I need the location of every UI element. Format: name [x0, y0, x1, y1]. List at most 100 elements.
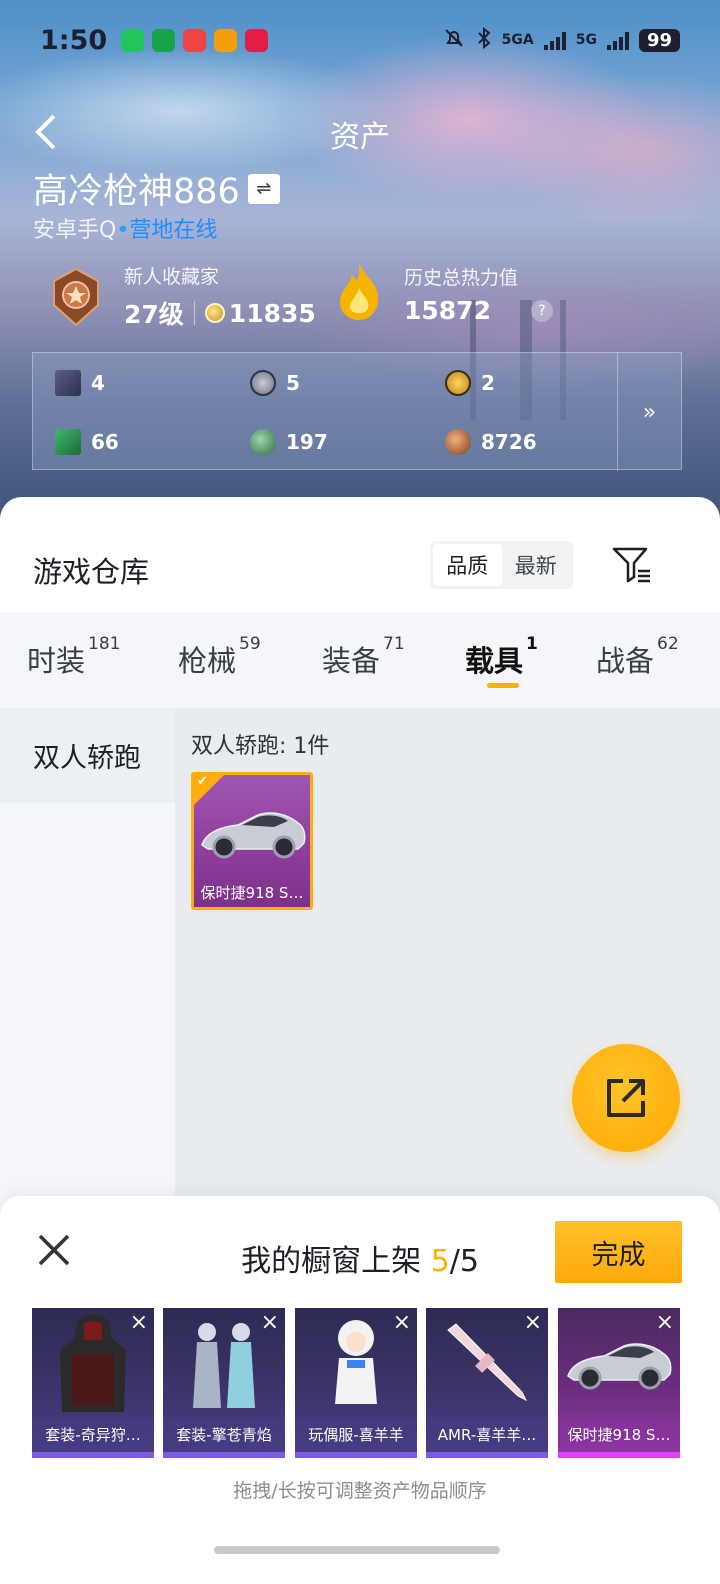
status-app-icons: [121, 28, 269, 52]
filter-button[interactable]: [610, 543, 652, 585]
warehouse-title: 游戏仓库: [33, 555, 150, 589]
tab-label: 载具: [465, 644, 524, 678]
stat-value: 4: [91, 370, 105, 395]
bluetooth-icon: [476, 26, 492, 54]
share-button[interactable]: [572, 1044, 680, 1152]
collector-level: 27级: [124, 300, 184, 329]
stat-value: 8726: [481, 429, 537, 454]
collector-block[interactable]: 新人收藏家 27级 11835: [48, 262, 316, 331]
tab-count: 71: [383, 634, 405, 654]
done-button[interactable]: 完成: [555, 1221, 682, 1283]
filter-icon: [612, 547, 650, 583]
tab-count: 1: [526, 634, 538, 654]
collector-title: 新人收藏家: [124, 266, 220, 288]
page-title: 资产: [330, 120, 390, 155]
slot-label: AMR-喜羊羊…: [426, 1418, 548, 1452]
stat-item: 8726: [445, 412, 625, 471]
profile-username-row: 高冷枪神886 ⇌: [33, 163, 280, 214]
home-indicator[interactable]: [214, 1546, 500, 1554]
showcase-slot[interactable]: × 套装-擎苍青焰: [163, 1308, 285, 1458]
heat-block: 历史总热力值 15872 ?: [332, 262, 553, 326]
app-notification-icon: [121, 28, 145, 52]
green-card-icon: [55, 428, 81, 455]
item-card[interactable]: ✔ 保时捷918 S…: [191, 772, 313, 910]
showcase-panel: 我的橱窗上架 5/5 完成 × 套装-奇异狩… × 套装-擎苍青焰 × 玩偶服-…: [0, 1196, 720, 1584]
tab-count: 181: [88, 634, 121, 654]
bronze-orb-icon: [445, 428, 471, 455]
medal-icon: [48, 267, 104, 327]
green-orb-icon: [250, 428, 276, 455]
username: 高冷枪神886: [33, 172, 240, 212]
coin-icon: [204, 303, 225, 323]
slot-label: 玩偶服-喜羊羊: [295, 1418, 417, 1452]
platform-status: 安卓手Q•营地在线: [33, 212, 217, 244]
heat-value: 15872: [404, 296, 491, 325]
tab-weapons[interactable]: 枪械 59: [178, 634, 261, 680]
stat-item: 4: [55, 353, 250, 412]
showcase-slot[interactable]: × 保时捷918 S…: [558, 1308, 680, 1458]
sort-quality-button[interactable]: 品质: [433, 544, 502, 586]
tab-label: 装备: [322, 644, 381, 678]
online-status: 营地在线: [129, 218, 218, 243]
showcase-count-current: 5: [430, 1244, 450, 1279]
stat-value: 66: [91, 429, 119, 454]
help-icon[interactable]: ?: [530, 299, 553, 322]
stat-item: 66: [55, 412, 250, 471]
remove-icon[interactable]: ×: [261, 1312, 279, 1334]
reorder-hint: 拖拽/长按可调整资产物品顺序: [233, 1480, 487, 1502]
divider: [193, 301, 195, 325]
remove-icon[interactable]: ×: [130, 1312, 148, 1334]
item-label: 保时捷918 S…: [200, 884, 304, 902]
subcategory-item-coupe[interactable]: 双人轿跑: [0, 708, 175, 803]
stat-item: 2: [445, 353, 625, 412]
signal-strength-icon-2: [606, 30, 629, 50]
status-dot: •: [116, 218, 130, 243]
tab-count: 62: [657, 634, 679, 654]
items-content: 双人轿跑: 1件 ✔ 保时捷918 S…: [175, 708, 720, 1268]
group-label: 双人轿跑: 1件: [191, 734, 330, 759]
app-avatar-icon: [245, 28, 269, 52]
app-heart-icon: [183, 28, 207, 52]
wechat-icon: [152, 28, 176, 52]
tab-label: 枪械: [178, 644, 237, 678]
tab-fashion[interactable]: 时装 181: [27, 634, 120, 680]
external-share-icon: [607, 1079, 645, 1117]
slot-label: 套装-奇异狩…: [32, 1418, 154, 1452]
active-tab-indicator: [487, 683, 519, 688]
status-time: 1:50: [40, 24, 108, 56]
silver-coin-icon: [250, 369, 276, 396]
flame-icon: [332, 262, 386, 326]
network-label-1: 5GA: [501, 32, 534, 48]
tab-equipment[interactable]: 装备 71: [322, 634, 405, 680]
slot-label: 套装-擎苍青焰: [163, 1418, 285, 1452]
remove-icon[interactable]: ×: [656, 1312, 674, 1334]
switch-account-icon[interactable]: ⇌: [247, 173, 280, 204]
status-right: 5GA 5G 99: [442, 26, 680, 54]
tab-vehicles[interactable]: 载具 1: [465, 634, 538, 680]
check-icon: ✔: [197, 774, 208, 789]
card-icon: [55, 369, 81, 396]
stat-value: 197: [286, 429, 328, 454]
stat-value: 2: [481, 370, 495, 395]
showcase-slot[interactable]: × AMR-喜羊羊…: [426, 1308, 548, 1458]
remove-icon[interactable]: ×: [393, 1312, 411, 1334]
sort-newest-button[interactable]: 最新: [502, 544, 571, 586]
showcase-count-total: /5: [449, 1244, 479, 1279]
showcase-slot[interactable]: × 套装-奇异狩…: [32, 1308, 154, 1458]
showcase-title-text: 我的橱窗上架: [241, 1244, 422, 1279]
tab-supplies[interactable]: 战备 62: [596, 634, 679, 680]
showcase-slots: × 套装-奇异狩… × 套装-擎苍青焰 × 玩偶服-喜羊羊 × AMR-喜羊羊……: [32, 1308, 682, 1458]
stat-item: 5: [250, 353, 445, 412]
showcase-slot[interactable]: × 玩偶服-喜羊羊: [295, 1308, 417, 1458]
expand-stats-button[interactable]: »: [617, 353, 681, 471]
battery-indicator: 99: [638, 28, 680, 52]
network-label-2: 5G: [575, 32, 597, 48]
stat-value: 5: [286, 370, 300, 395]
category-tabs: 时装 181 枪械 59 装备 71 载具 1 战备 62: [0, 612, 720, 708]
sort-toggle: 品质 最新: [430, 541, 573, 589]
subcategory-sidebar: 双人轿跑: [0, 708, 175, 1268]
remove-icon[interactable]: ×: [524, 1312, 542, 1334]
tab-count: 59: [239, 634, 261, 654]
status-bar: 1:50 5GA 5G 99: [0, 0, 720, 80]
tab-label: 战备: [596, 644, 655, 678]
